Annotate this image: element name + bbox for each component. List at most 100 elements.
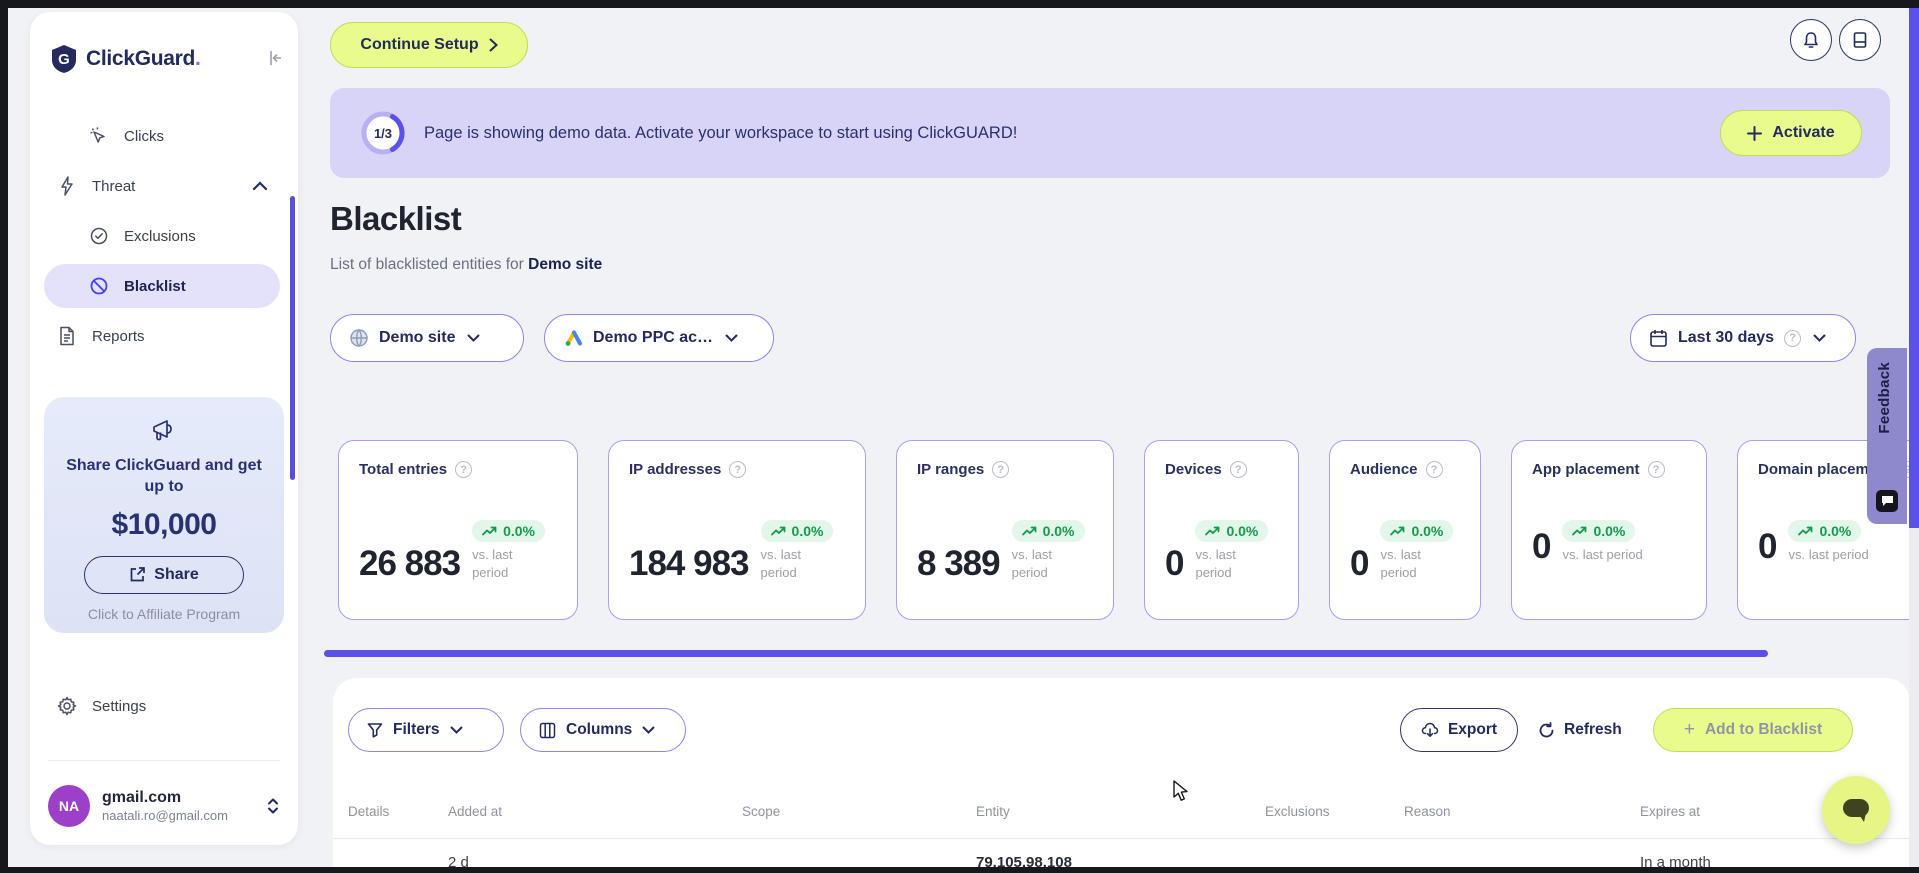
- page-scrollbar-thumb[interactable]: [1909, 8, 1919, 528]
- stat-card-value: 0: [1165, 544, 1184, 584]
- megaphone-icon: [153, 420, 172, 441]
- continue-setup-button[interactable]: Continue Setup: [330, 22, 528, 68]
- stat-card-value: 0: [1532, 526, 1551, 566]
- page-title: Blacklist: [330, 200, 462, 237]
- sidebar-item-label: Exclusions: [124, 227, 196, 245]
- export-button[interactable]: Export: [1400, 708, 1518, 752]
- add-to-blacklist-button[interactable]: + Add to Blacklist: [1653, 708, 1853, 752]
- settings-icon: [56, 695, 78, 717]
- stat-card-value: 8 389: [917, 544, 1001, 584]
- columns-button[interactable]: Columns: [520, 708, 686, 752]
- add-to-blacklist-label: Add to Blacklist: [1704, 721, 1823, 738]
- col-header-added-at[interactable]: Added at: [448, 804, 502, 819]
- filter-icon: [367, 723, 383, 738]
- stat-card-devices: Devices? 0 0.0% vs. last period: [1144, 440, 1299, 620]
- sidebar-item-label: Reports: [92, 327, 145, 345]
- help-icon[interactable]: ?: [1647, 461, 1665, 478]
- export-cloud-icon: [1421, 722, 1439, 737]
- page-subtitle: List of blacklisted entities for Demo si…: [330, 256, 603, 273]
- svg-text:G: G: [58, 51, 70, 68]
- sidebar-item-blacklist[interactable]: Blacklist: [30, 264, 298, 308]
- help-icon[interactable]: ?: [1425, 461, 1443, 478]
- stat-card-ip-ranges: IP ranges? 8 389 0.0% vs. last period: [896, 440, 1114, 620]
- stat-card-value: 184 983: [629, 544, 750, 584]
- stat-card-label: IP ranges: [917, 461, 985, 478]
- sidebar-item-threat[interactable]: Threat: [30, 164, 298, 208]
- table-row-added-at: 2 d: [448, 854, 469, 867]
- date-range-label: Last 30 days: [1678, 329, 1775, 346]
- brand-name: ClickGuard.: [86, 47, 201, 70]
- plus-icon: +: [1683, 719, 1695, 740]
- stat-card-compare: vs. last period: [1788, 547, 1869, 562]
- setup-progress-ring: 1/3: [360, 110, 406, 156]
- feedback-tab[interactable]: Feedback: [1867, 348, 1907, 524]
- reports-icon: [56, 325, 78, 347]
- blacklist-icon: [88, 275, 110, 297]
- sidebar-item-settings[interactable]: Settings: [30, 684, 298, 728]
- sidebar-item-label: Blacklist: [124, 277, 186, 295]
- col-header-scope[interactable]: Scope: [742, 804, 780, 819]
- chat-widget-button[interactable]: [1822, 776, 1890, 844]
- page-scrollbar-track[interactable]: [1909, 8, 1919, 867]
- sidebar-divider: [48, 760, 280, 761]
- stat-card-label: App placement: [1532, 461, 1640, 478]
- docs-button[interactable]: [1839, 19, 1881, 61]
- filters-label: Filters: [393, 721, 440, 738]
- exclusions-icon: [88, 225, 110, 247]
- col-header-expires-at[interactable]: Expires at: [1640, 804, 1700, 819]
- col-header-entity[interactable]: Entity: [976, 804, 1010, 819]
- stat-card-label: Audience: [1350, 461, 1418, 478]
- brand-logo: G ClickGuard.: [50, 42, 281, 76]
- sidebar-item-clicks[interactable]: Clicks: [30, 114, 298, 158]
- stat-card-ip-addresses: IP addresses? 184 983 0.0% vs. last peri…: [608, 440, 866, 620]
- notifications-button[interactable]: [1790, 19, 1832, 61]
- col-header-reason[interactable]: Reason: [1404, 804, 1451, 819]
- help-icon[interactable]: ?: [1229, 461, 1247, 478]
- chevron-down-icon: [1813, 334, 1826, 342]
- feedback-chat-icon: [1876, 490, 1898, 512]
- date-range-selector[interactable]: Last 30 days ?: [1630, 314, 1856, 362]
- refresh-label: Refresh: [1564, 721, 1622, 738]
- promo-amount: $10,000: [111, 507, 217, 541]
- external-link-icon: [130, 567, 146, 582]
- stat-card-delta-badge: 0.0%: [1562, 520, 1636, 542]
- ppc-account-selector[interactable]: Demo PPC ac…: [544, 314, 774, 362]
- col-header-details[interactable]: Details: [348, 804, 389, 819]
- refresh-button[interactable]: Refresh: [1538, 708, 1622, 752]
- setup-progress-label: 1/3: [373, 125, 393, 141]
- help-icon[interactable]: ?: [729, 461, 747, 478]
- share-button[interactable]: Share: [84, 555, 244, 594]
- sidebar-scrollbar[interactable]: [290, 196, 295, 480]
- account-name: gmail.com: [102, 789, 182, 806]
- sidebar-item-exclusions[interactable]: Exclusions: [30, 214, 298, 258]
- cards-horizontal-scrollbar[interactable]: [324, 650, 1768, 657]
- share-button-label: Share: [154, 565, 199, 583]
- chevron-down-icon: [642, 726, 655, 734]
- chevron-down-icon: [725, 334, 738, 342]
- activate-label: Activate: [1772, 124, 1835, 141]
- table-row-expires-at: In a month: [1640, 854, 1711, 867]
- filters-button[interactable]: Filters: [348, 708, 504, 752]
- shield-logo-icon: G: [52, 45, 76, 73]
- trend-up-icon: [1798, 526, 1813, 536]
- brand-dot: .: [195, 47, 201, 70]
- help-icon[interactable]: ?: [992, 461, 1010, 478]
- help-icon[interactable]: ?: [455, 461, 473, 478]
- banner-message: Page is showing demo data. Activate your…: [424, 123, 1018, 142]
- sidebar-item-reports[interactable]: Reports: [30, 314, 298, 358]
- blacklist-table-panel: Filters Columns Export Refresh + Add to …: [333, 678, 1910, 867]
- chevron-up-icon: [252, 181, 268, 191]
- feedback-label: Feedback: [1876, 362, 1893, 434]
- chevron-down-icon: [467, 334, 480, 342]
- activate-button[interactable]: Activate: [1720, 110, 1862, 156]
- site-selector[interactable]: Demo site: [330, 314, 524, 362]
- collapse-sidebar-icon[interactable]: [266, 48, 286, 68]
- refresh-icon: [1539, 721, 1554, 737]
- account-switcher[interactable]: NA gmail.com naatali.ro@gmail.com: [48, 780, 280, 832]
- affiliate-promo-card[interactable]: Share ClickGuard and get up to $10,000 S…: [44, 397, 284, 633]
- columns-label: Columns: [566, 721, 633, 738]
- affiliate-link[interactable]: Click to Affiliate Program: [58, 606, 270, 622]
- col-header-exclusions[interactable]: Exclusions: [1265, 804, 1330, 819]
- chevron-down-icon: [450, 726, 463, 734]
- stat-card-delta-badge: 0.0%: [1011, 520, 1085, 542]
